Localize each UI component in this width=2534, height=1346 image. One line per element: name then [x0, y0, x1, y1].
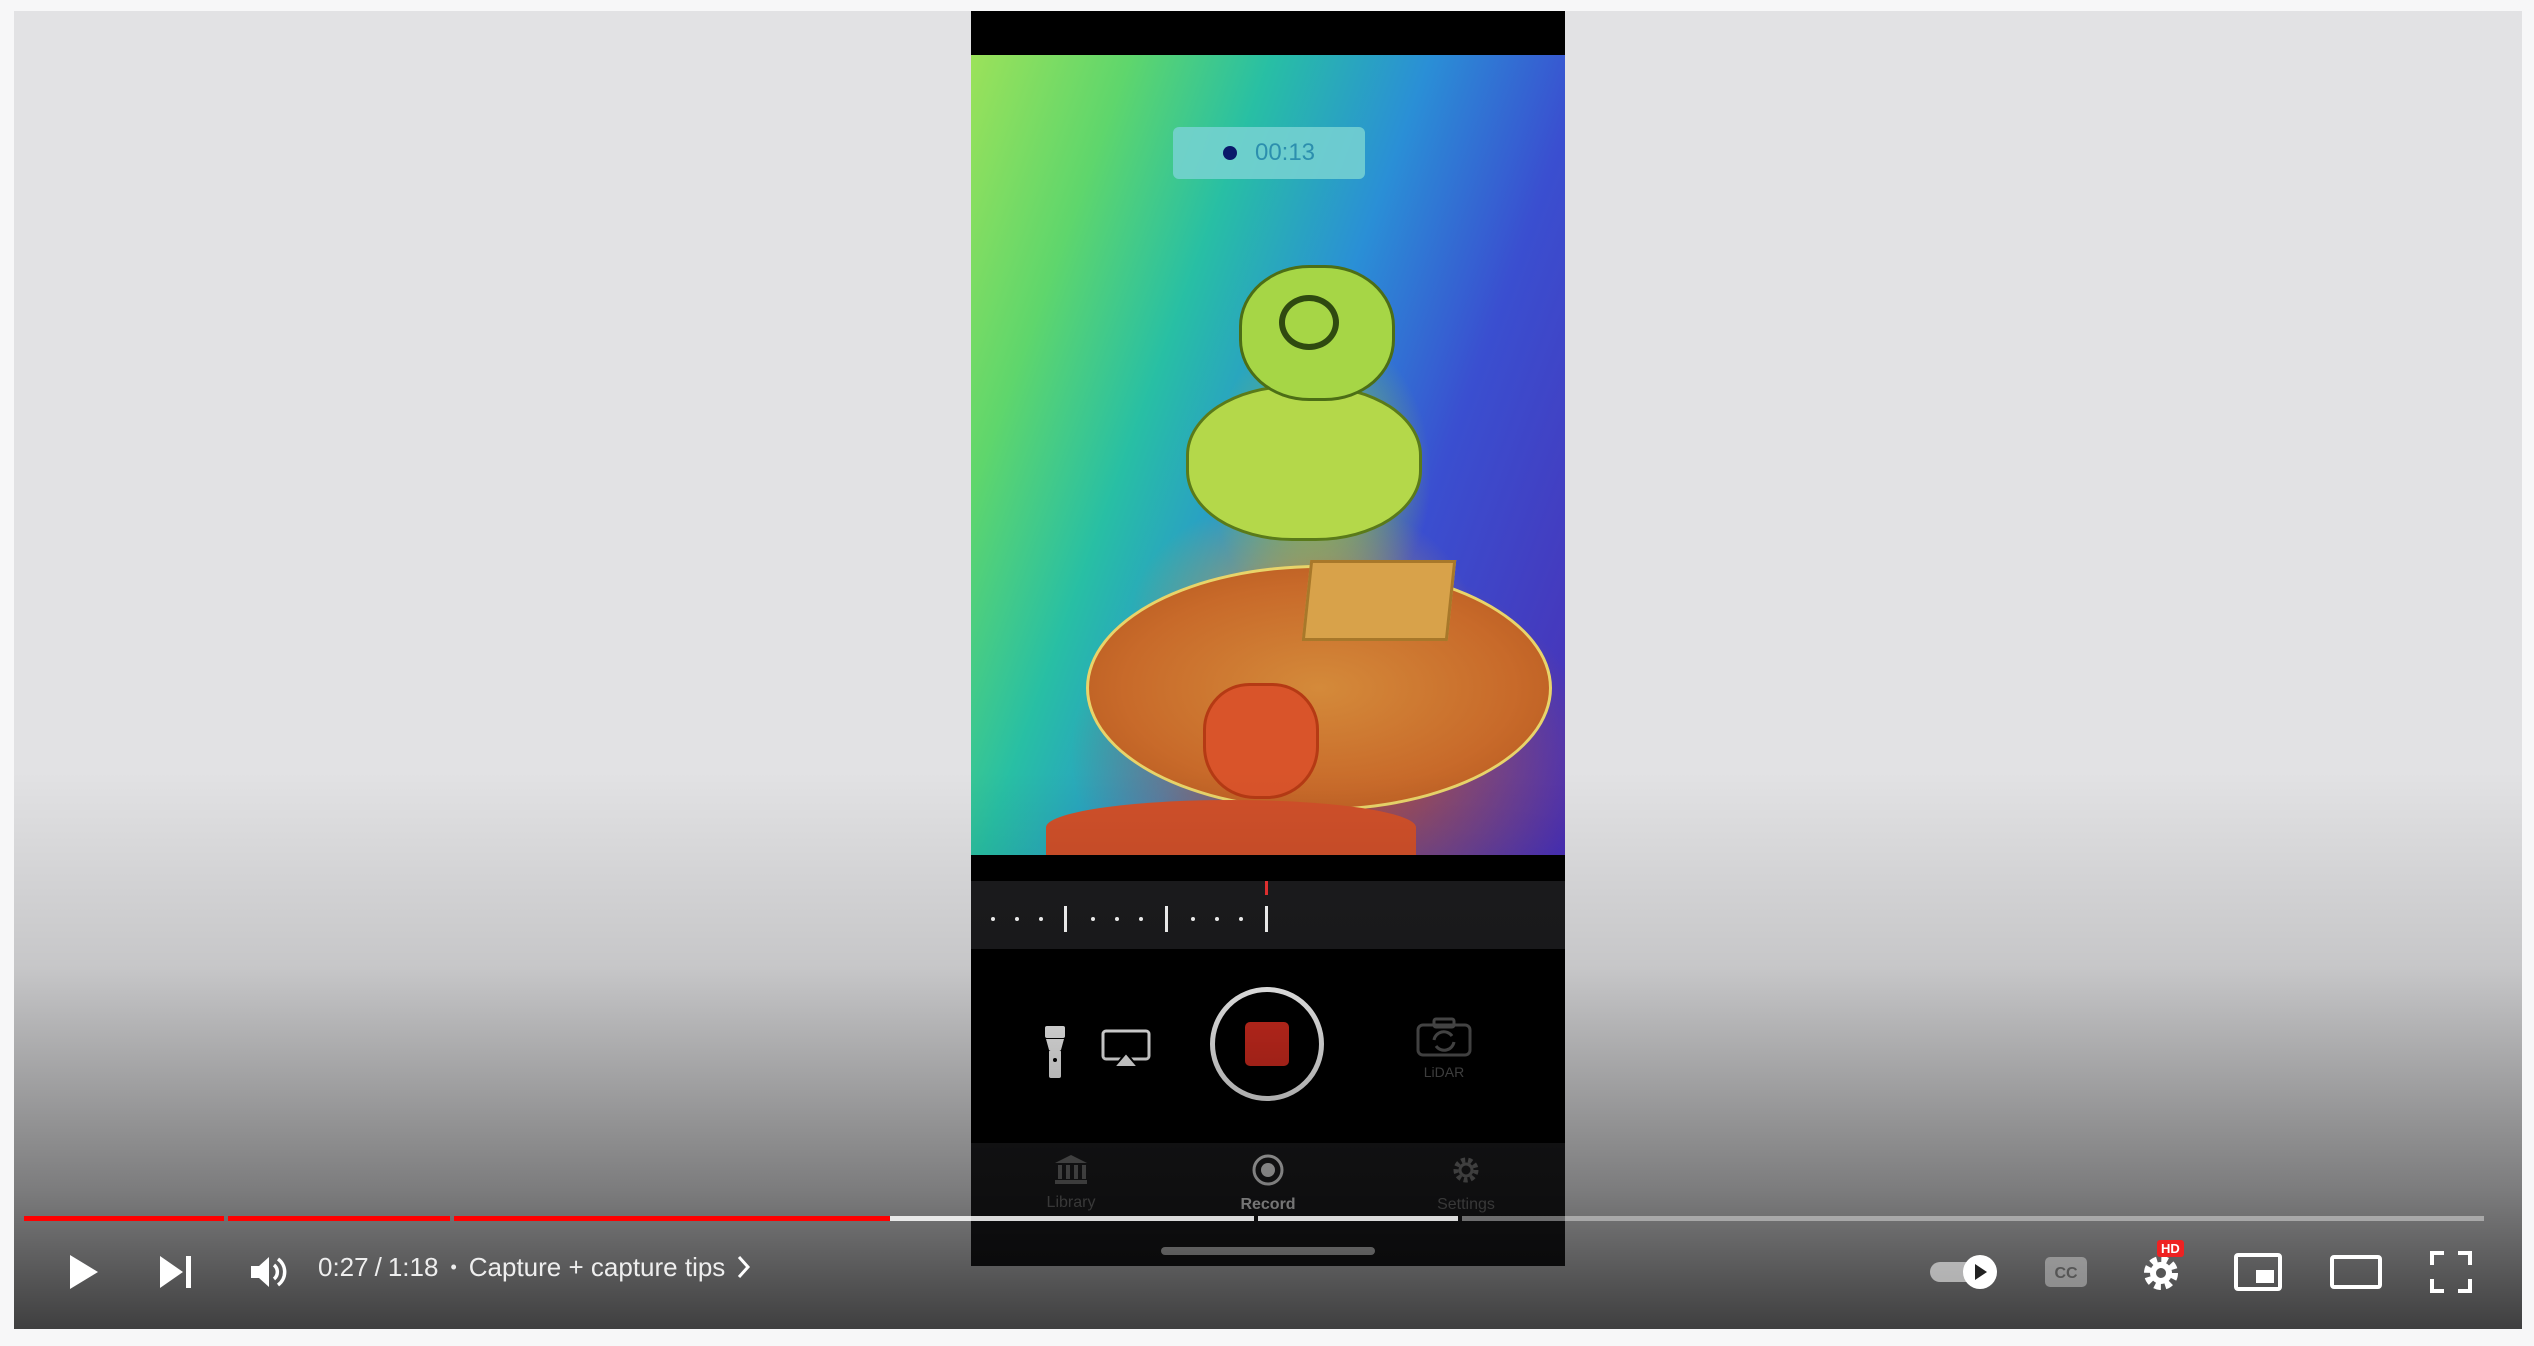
scrubber-tick	[1165, 906, 1168, 932]
played-segment	[228, 1216, 450, 1221]
phone-screen-recording: 00:13 LiDAR Library Record Settings	[971, 11, 1565, 1266]
buffered-segment	[1258, 1216, 1458, 1221]
stop-icon	[1245, 1022, 1289, 1066]
tab-library: Library	[1001, 1153, 1141, 1212]
settings-gear-icon	[1453, 1157, 1479, 1183]
volume-icon	[251, 1257, 287, 1287]
fullscreen-icon	[2430, 1251, 2472, 1293]
scene-bear-face	[1279, 295, 1339, 350]
scene-floor	[1046, 800, 1416, 855]
scene-cup	[1203, 683, 1319, 799]
lidar-switch: LiDAR	[1416, 1017, 1472, 1080]
scrubber-tick	[1015, 917, 1019, 921]
video-player[interactable]: 00:13 LiDAR Library Record Settings	[14, 11, 2522, 1329]
scrubber-tick	[1215, 917, 1219, 921]
scrubber-tick	[1139, 917, 1143, 921]
theater-mode-icon	[2330, 1255, 2382, 1289]
library-icon	[1055, 1155, 1087, 1184]
tab-record-label: Record	[1240, 1196, 1296, 1213]
captions-button[interactable]: CC	[2040, 1250, 2092, 1294]
tab-library-label: Library	[1046, 1194, 1096, 1211]
fullscreen-button[interactable]	[2426, 1250, 2476, 1294]
scrubber-tick	[1115, 917, 1119, 921]
tab-settings: Settings	[1396, 1153, 1536, 1214]
played-segment	[24, 1216, 224, 1221]
miniplayer-icon	[2234, 1253, 2282, 1291]
recording-timer-text: 00:13	[1254, 139, 1316, 166]
mute-button[interactable]	[246, 1248, 294, 1296]
depth-scrubber	[971, 881, 1565, 949]
scrubber-tick	[1265, 906, 1268, 932]
recording-dot-icon	[1222, 146, 1237, 160]
scrubber-tick	[991, 917, 995, 921]
progress-bar[interactable]	[24, 1216, 2484, 1221]
camera-flip-icon	[1416, 1017, 1472, 1057]
miniplayer-button[interactable]	[2232, 1250, 2284, 1294]
captions-icon: CC	[2045, 1257, 2087, 1287]
duration: 1:18	[387, 1251, 439, 1282]
tab-settings-label: Settings	[1437, 1196, 1495, 1213]
scrubber-tick	[1064, 906, 1067, 932]
play-button[interactable]	[60, 1248, 108, 1296]
chapter-segment[interactable]	[1462, 1216, 2484, 1221]
lidar-label: LiDAR	[1423, 1064, 1465, 1080]
record-button	[1210, 987, 1324, 1101]
scrubber-tick	[1091, 917, 1095, 921]
svg-text:CC: CC	[2054, 1265, 2078, 1282]
recording-timer: 00:13	[1173, 127, 1365, 179]
scrubber-tick	[1191, 917, 1195, 921]
chevron-right-icon[interactable]	[737, 1255, 751, 1279]
autoplay-toggle[interactable]	[1926, 1250, 2002, 1294]
airplay-icon	[1101, 1029, 1151, 1068]
scene-box	[1301, 560, 1457, 641]
hd-badge: HD	[2157, 1240, 2184, 1257]
played-segment	[454, 1216, 890, 1221]
lidar-camera-view: 00:13	[971, 55, 1565, 855]
time-separator: /	[374, 1251, 382, 1282]
camera-controls: LiDAR	[971, 949, 1565, 1143]
scrubber-marker	[1265, 881, 1268, 895]
scene-bear-body	[1186, 385, 1422, 541]
tab-record: Record	[1198, 1153, 1338, 1214]
time-display: 0:27 / 1:18 • Capture + capture tips	[318, 1248, 751, 1286]
next-icon	[160, 1256, 191, 1288]
theater-mode-button[interactable]	[2328, 1250, 2384, 1294]
next-button[interactable]	[152, 1248, 200, 1296]
settings-icon	[2144, 1256, 2178, 1290]
scrubber-tick	[1239, 917, 1243, 921]
flashlight-icon	[1045, 1026, 1065, 1078]
play-icon	[70, 1255, 98, 1289]
current-time: 0:27	[318, 1251, 369, 1282]
home-indicator	[1161, 1247, 1375, 1255]
scrubber-tick	[1039, 917, 1043, 921]
chapter-separator: •	[450, 1256, 457, 1277]
record-tab-icon	[1252, 1154, 1284, 1186]
chapter-title[interactable]: Capture + capture tips	[469, 1252, 726, 1283]
autoplay-toggle-icon	[1930, 1255, 1997, 1289]
